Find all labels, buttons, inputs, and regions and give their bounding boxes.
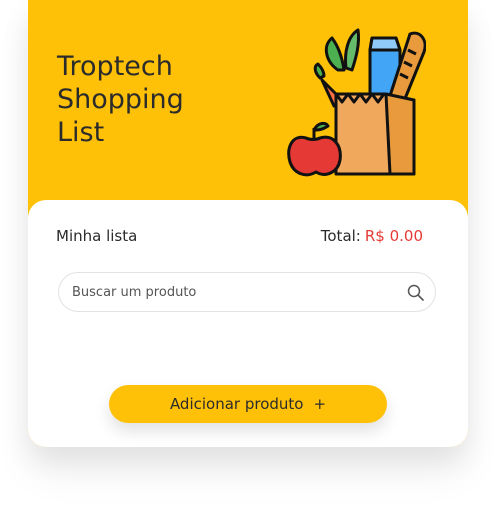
list-label: Minha lista bbox=[56, 227, 138, 245]
search-icon[interactable] bbox=[407, 284, 424, 301]
total-label: Total: bbox=[320, 227, 361, 245]
add-product-button[interactable]: Adicionar produto + bbox=[109, 385, 387, 423]
search-input[interactable] bbox=[72, 273, 392, 311]
grocery-bag-icon bbox=[287, 28, 426, 177]
search-box bbox=[58, 272, 436, 312]
list-panel: Minha lista Total:R$ 0.00 Adicionar prod… bbox=[28, 200, 468, 447]
app-title: Troptech Shopping List bbox=[57, 51, 184, 148]
total-value: R$ 0.00 bbox=[364, 227, 423, 245]
total-display: Total: R$ 0.00 bbox=[321, 227, 423, 245]
shopping-list-card: Troptech Shopping List Minha lista Total… bbox=[28, 0, 468, 447]
plus-icon: + bbox=[313, 394, 327, 413]
add-product-label: Adicionar produto bbox=[169, 395, 304, 413]
